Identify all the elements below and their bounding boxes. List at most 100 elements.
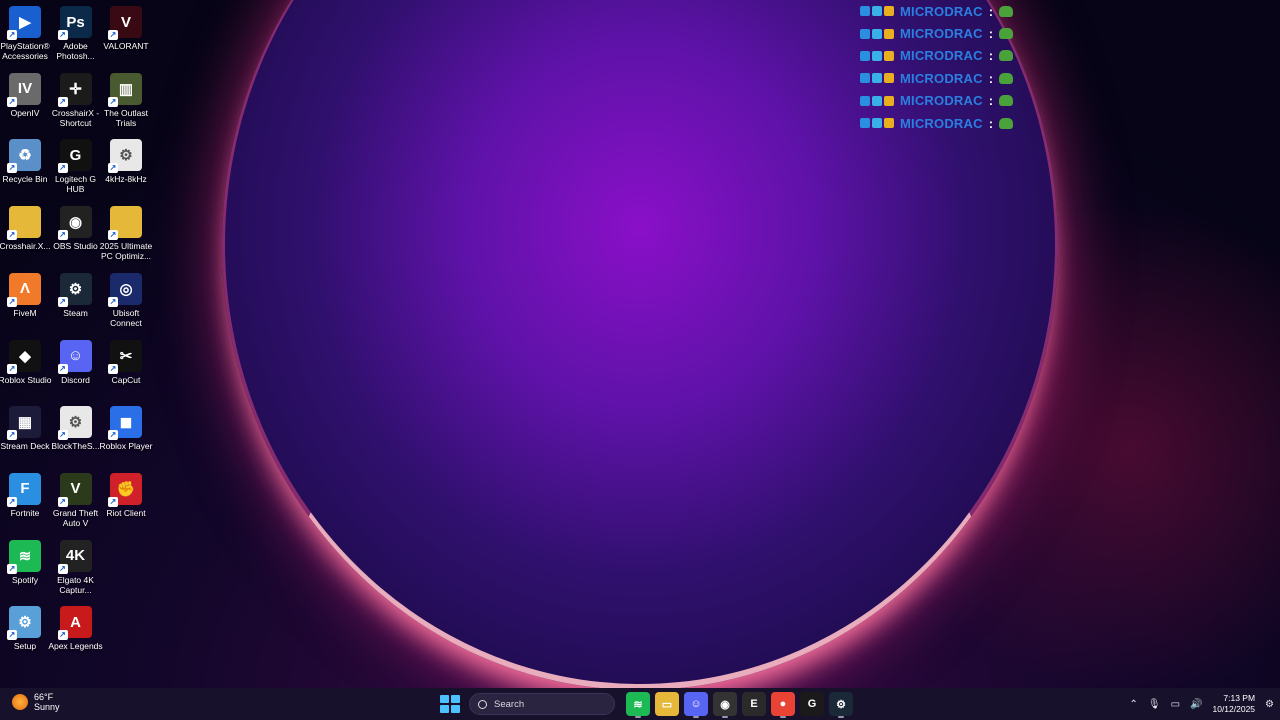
desktop-icon[interactable]: ⚙ ↗ 4kHz-8kHz xyxy=(101,139,151,184)
desktop-icon-label: Roblox Studio xyxy=(0,374,52,385)
app-icon: ⚙ ↗ xyxy=(7,606,41,641)
desktop-icon-label: Elgato 4K Captur... xyxy=(57,574,94,595)
desktop-icon[interactable]: ✊ ↗ Riot Client xyxy=(101,472,151,518)
shortcut-arrow-icon: ↗ xyxy=(108,163,118,174)
cube-icon xyxy=(872,6,882,17)
desktop-icon[interactable]: 4K ↗ Elgato 4K Captur... xyxy=(51,539,101,595)
desktop-icon[interactable]: A ↗ Apex Legends xyxy=(48,606,103,651)
desktop-icon-label: CapCut xyxy=(111,374,141,385)
clock[interactable]: 7:13 PM 10/12/2025 xyxy=(1212,693,1255,715)
app-icon: 4K ↗ xyxy=(57,539,92,574)
badge-icon xyxy=(860,28,870,39)
app-icon: ▥ ↗ xyxy=(108,72,142,107)
desktop-icon[interactable]: V ↗ VALORANT xyxy=(101,6,151,51)
shortcut-arrow-icon: ↗ xyxy=(57,496,68,507)
app-icon: ↗ xyxy=(7,206,41,241)
shortcut-arrow-icon: ↗ xyxy=(7,96,17,107)
shortcut-arrow-icon: ↗ xyxy=(57,230,68,241)
app-icon: ⚙ ↗ xyxy=(57,272,92,307)
desktop-icon[interactable]: ◉ ↗ OBS Studio xyxy=(51,206,101,251)
taskbar-steam-icon[interactable]: ⚙ xyxy=(829,692,853,718)
desktop-icon-label: Fortnite xyxy=(10,507,40,518)
crown-icon xyxy=(884,28,894,39)
desktop-icon-label: CrosshairX - Shortcut xyxy=(51,107,100,128)
cube-icon xyxy=(872,28,882,39)
desktop-icon[interactable]: IV ↗ OpenIV xyxy=(0,72,50,118)
frog-emote-icon xyxy=(999,117,1014,129)
overlay-row: MICRODRAC: xyxy=(860,45,1014,67)
weather-widget[interactable]: 66°F Sunny xyxy=(12,692,60,712)
desktop-icon-label: Adobe Photosh... xyxy=(56,41,95,61)
app-icon: ↗ xyxy=(108,206,142,241)
desktop-icon[interactable]: G ↗ Logitech G HUB xyxy=(51,139,101,194)
desktop-icon[interactable]: ▥ ↗ The Outlast Trials xyxy=(101,72,151,128)
desktop-icon[interactable]: ◼ ↗ Roblox Player xyxy=(100,406,152,451)
desktop-icon[interactable]: ⚙ ↗ Setup xyxy=(0,606,50,651)
overlay-username: MICRODRAC xyxy=(900,70,983,86)
taskbar-chrome-icon[interactable]: ● xyxy=(771,692,795,718)
taskbar-logitech-icon[interactable]: G xyxy=(800,692,824,716)
desktop-icon-label: Setup xyxy=(13,641,37,652)
desktop-icon[interactable]: ⚙ ↗ BlockTheS... xyxy=(51,406,101,451)
shortcut-arrow-icon: ↗ xyxy=(57,296,68,307)
clock-date: 10/12/2025 xyxy=(1212,704,1256,714)
app-icon: V ↗ xyxy=(108,6,142,40)
desktop-icon[interactable]: ↗ Crosshair.X... xyxy=(0,206,51,252)
overlay-separator: : xyxy=(988,93,994,109)
desktop-icon[interactable]: Λ ↗ FiveM xyxy=(0,272,50,318)
crown-icon xyxy=(884,6,894,17)
desktop-icon[interactable]: ≋ ↗ Spotify xyxy=(0,539,50,585)
volume-icon[interactable]: 🔊 xyxy=(1190,699,1202,710)
notification-icon[interactable]: ⚙ xyxy=(1265,699,1274,710)
desktop-icon-label: Discord xyxy=(61,374,90,385)
microphone-icon[interactable]: 🎙 xyxy=(1148,699,1161,710)
overlay-username: MICRODRAC xyxy=(900,26,983,42)
taskbar-file-explorer-icon[interactable]: ▭ xyxy=(655,692,679,716)
desktop-icon-label: OpenIV xyxy=(10,107,40,118)
desktop-icon-label: FiveM xyxy=(13,307,37,318)
taskbar-search[interactable]: Search xyxy=(469,693,615,715)
shortcut-arrow-icon: ↗ xyxy=(108,96,118,107)
sun-icon xyxy=(12,694,28,710)
cube-icon xyxy=(872,118,882,129)
weather-temperature: 66°F xyxy=(34,692,54,702)
overlay-row: MICRODRAC: xyxy=(860,67,1014,89)
frog-emote-icon xyxy=(999,28,1014,40)
desktop-icon[interactable]: ▦ ↗ Stream Deck xyxy=(0,406,50,451)
desktop-icon[interactable]: F ↗ Fortnite xyxy=(0,472,50,518)
desktop-icon[interactable]: ☺ ↗ Discord xyxy=(51,339,101,385)
shortcut-arrow-icon: ↗ xyxy=(7,630,17,641)
desktop-icon[interactable]: ◆ ↗ Roblox Studio xyxy=(0,339,52,385)
overlay-row: MICRODRAC: xyxy=(860,22,1014,44)
overlay-separator: : xyxy=(988,115,994,131)
shortcut-arrow-icon: ↗ xyxy=(108,496,118,507)
start-button[interactable] xyxy=(438,693,460,715)
desktop-icon[interactable]: ♻ ↗ Recycle Bin xyxy=(0,139,50,184)
desktop-icon[interactable]: V ↗ Grand Theft Auto V xyxy=(51,472,101,528)
taskbar-spotify-icon[interactable]: ≋ xyxy=(626,692,650,718)
cube-icon xyxy=(872,50,882,61)
desktop-icon[interactable]: ⚙ ↗ Steam xyxy=(51,272,101,318)
desktop-icon-label: 2025 Ultimate PC Optimiz... xyxy=(99,241,153,262)
taskbar-discord-icon[interactable]: ☺ xyxy=(684,692,708,718)
desktop-icon-label: 4kHz-8kHz xyxy=(105,174,147,185)
desktop-icon[interactable]: ▶ ↗ PlayStation® Accessories xyxy=(0,6,50,61)
app-icon: ✊ ↗ xyxy=(108,472,142,507)
taskbar-obs-icon[interactable]: ◉ xyxy=(713,692,737,718)
desktop-icon[interactable]: ↗ 2025 Ultimate PC Optimiz... xyxy=(99,206,153,262)
shortcut-arrow-icon: ↗ xyxy=(7,563,17,574)
desktop-icon-label: Crosshair.X... xyxy=(0,241,51,252)
desktop-icon[interactable]: ✂ ↗ CapCut xyxy=(101,339,151,385)
desktop-icon[interactable]: Ps ↗ Adobe Photosh... xyxy=(51,6,101,61)
chevron-up-icon[interactable]: ⌃ xyxy=(1129,699,1137,710)
taskbar-epic-games-icon[interactable]: E xyxy=(742,692,766,716)
shortcut-arrow-icon: ↗ xyxy=(57,30,68,40)
system-tray: ⌃ 🎙 ▭ 🔊 7:13 PM 10/12/2025 ⚙ xyxy=(1129,688,1280,720)
desktop-icon-label: Steam xyxy=(63,307,88,318)
desktop-icon[interactable]: ✛ ↗ CrosshairX - Shortcut xyxy=(51,72,101,128)
desktop-icon[interactable]: ◎ ↗ Ubisoft Connect xyxy=(101,272,151,328)
app-icon: F ↗ xyxy=(7,472,41,507)
network-icon[interactable]: ▭ xyxy=(1171,699,1180,710)
overlay-separator: : xyxy=(988,48,994,64)
shortcut-arrow-icon: ↗ xyxy=(108,430,118,441)
